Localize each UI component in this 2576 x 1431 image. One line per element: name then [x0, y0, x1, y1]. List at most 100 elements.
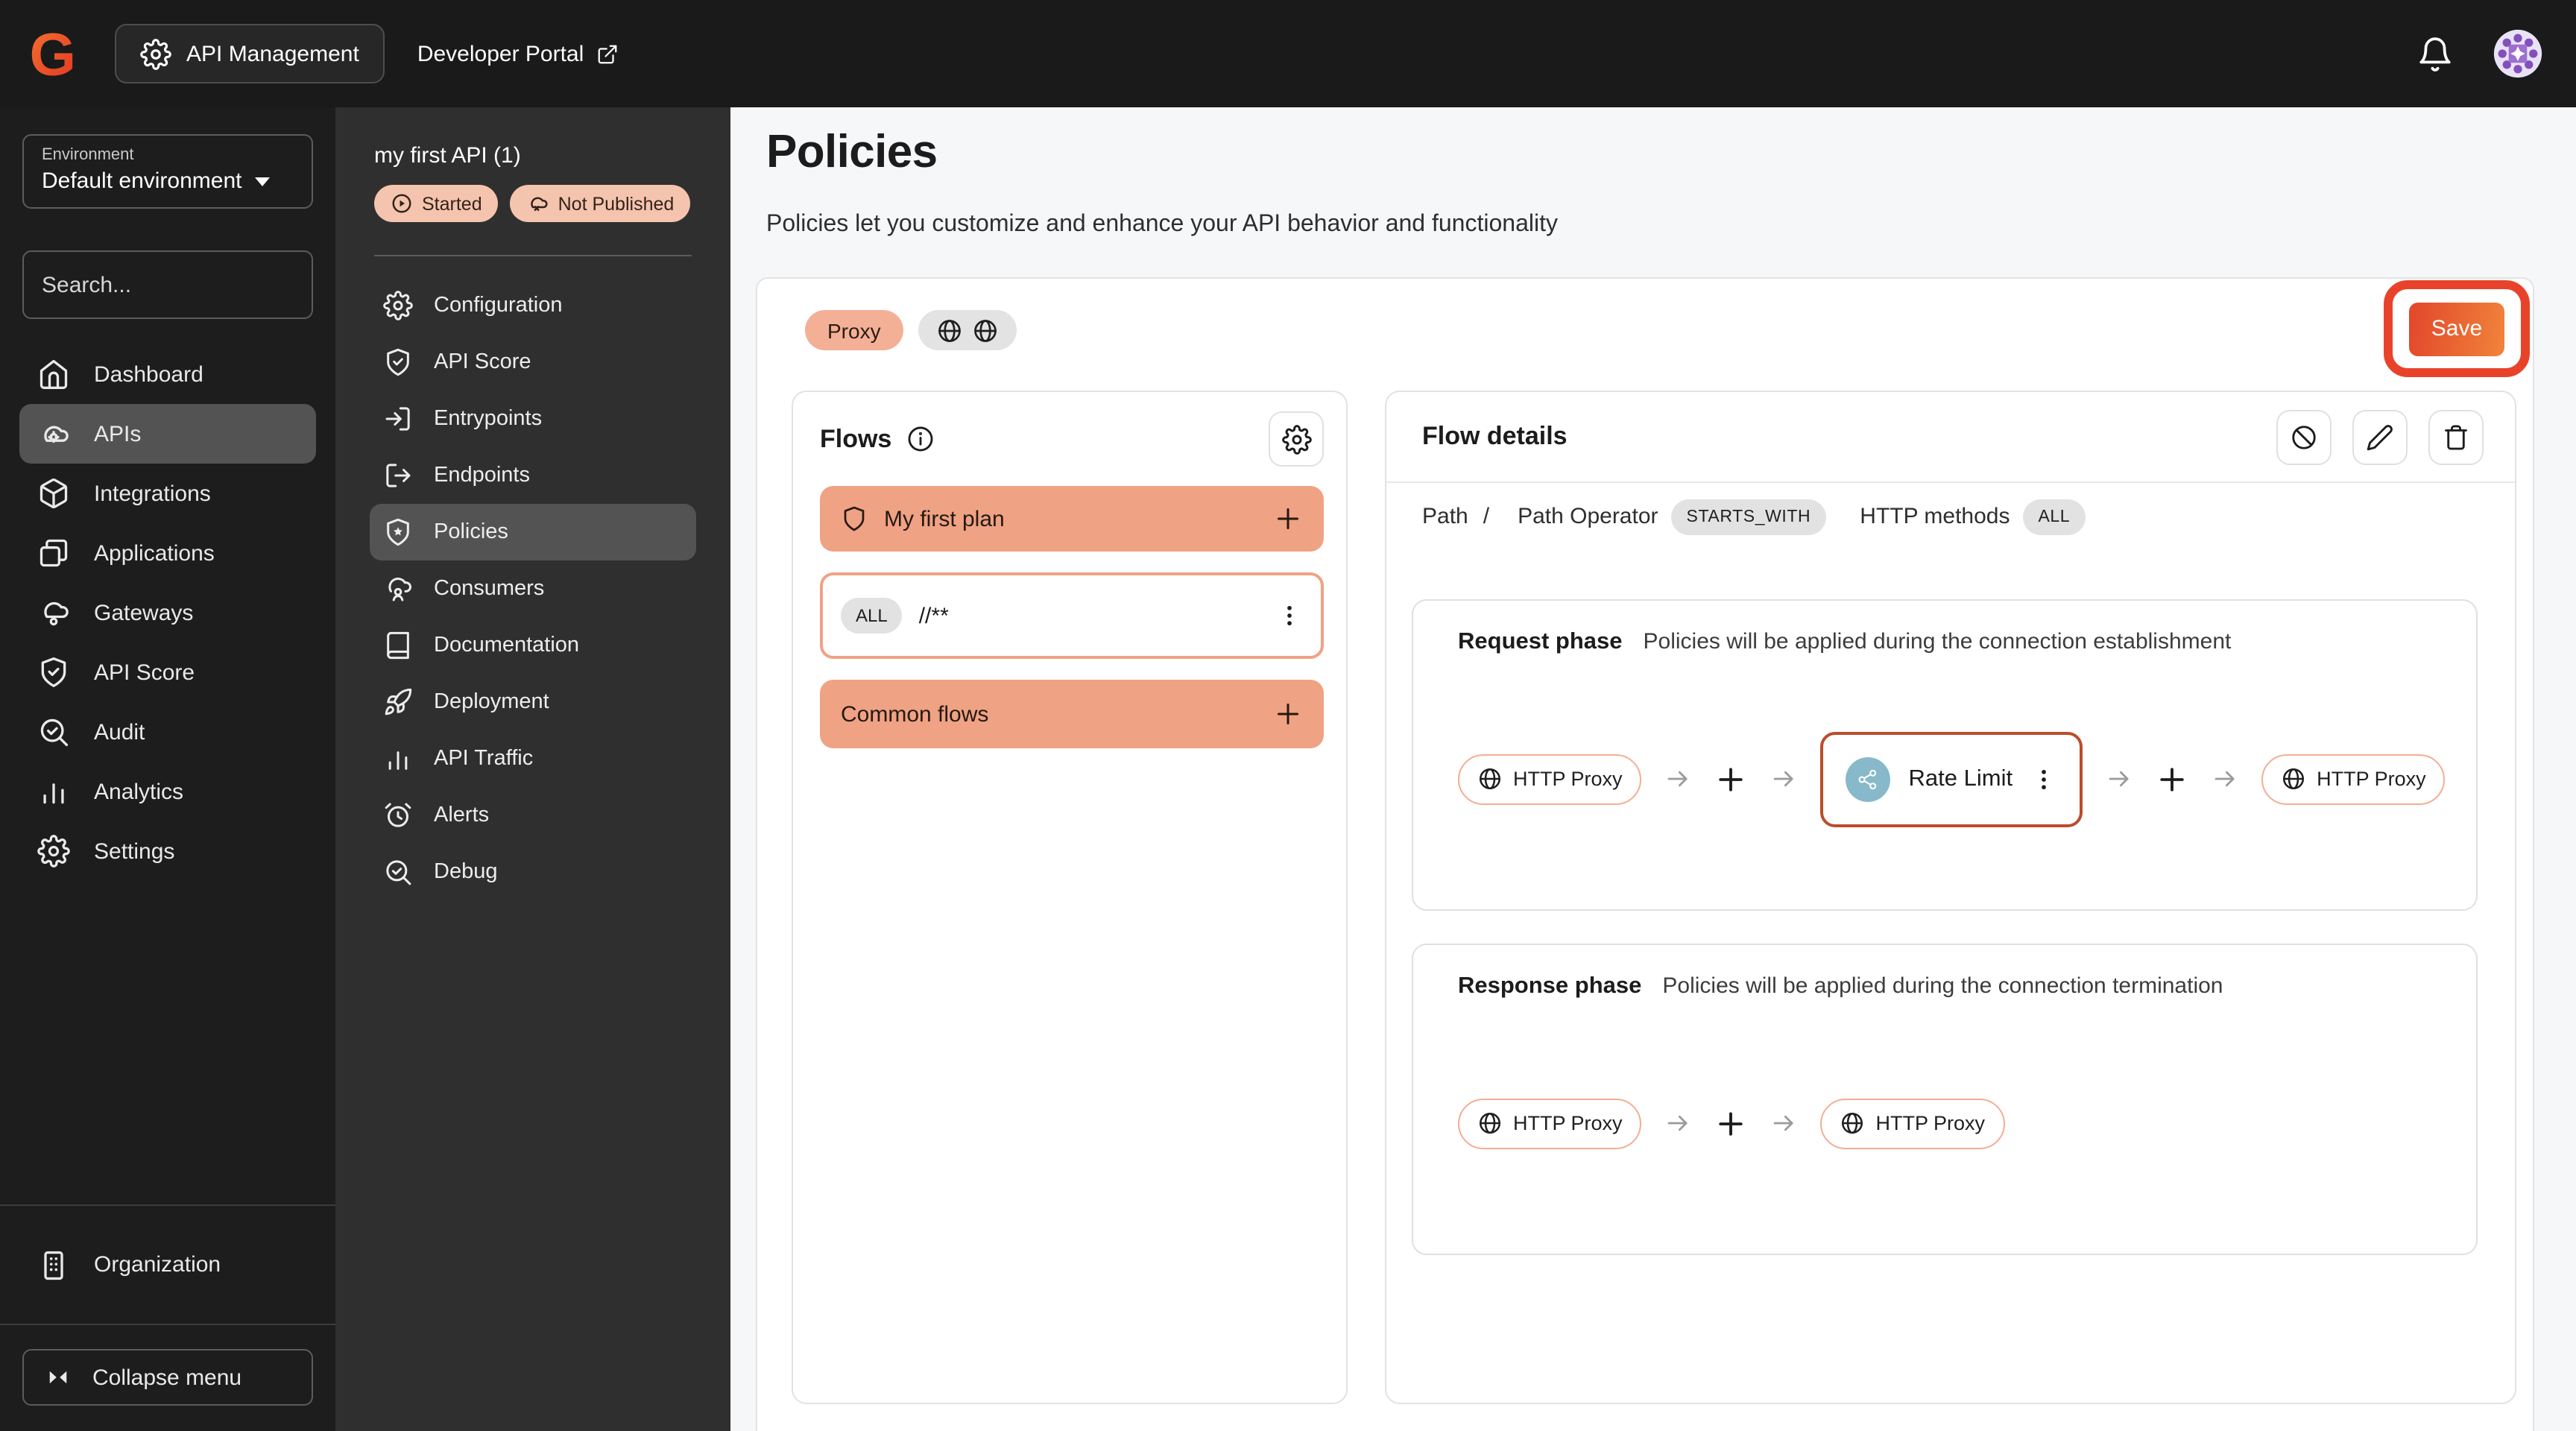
cube-icon [37, 477, 70, 510]
menu-item-label: Alerts [434, 803, 489, 827]
primary-sidebar: Environment Default environment Dashboar… [0, 107, 335, 1431]
add-flow-plus-icon[interactable] [1273, 504, 1303, 534]
flows-title: Flows [820, 424, 891, 454]
endpoint-pill-http-proxy[interactable]: HTTP Proxy [1458, 754, 1642, 804]
edit-flow-button[interactable] [2352, 409, 2408, 464]
flow-details-title: Flow details [1422, 422, 1568, 452]
search-check-icon [37, 716, 70, 748]
shield-check-icon [37, 656, 70, 689]
api-sidebar: my first API (1) Started Not Published C… [335, 107, 730, 1431]
plan-group-my-first-plan[interactable]: My first plan [820, 486, 1324, 552]
applications-icon [37, 537, 70, 569]
sidebar-item-dashboard[interactable]: Dashboard [19, 344, 316, 404]
kebab-menu-icon[interactable] [1276, 602, 1303, 629]
api-menu: Configuration API Score Entrypoints Endp… [335, 277, 730, 900]
api-menu-item-configuration[interactable]: Configuration [370, 277, 696, 334]
policy-card-rate-limit[interactable]: Rate Limit [1821, 731, 2083, 827]
gear-icon [383, 291, 413, 320]
menu-item-label: API Score [434, 350, 531, 374]
api-menu-item-api-traffic[interactable]: API Traffic [370, 730, 696, 787]
ban-icon [2290, 423, 2318, 451]
flow-condition-row: Path / Path Operator STARTS_WITH HTTP me… [1386, 483, 2515, 550]
entrypoints-chip[interactable] [918, 310, 1017, 350]
flow-list-item-selected[interactable]: ALL //** [820, 572, 1324, 659]
collapse-label: Collapse menu [92, 1365, 242, 1390]
sidebar-item-applications[interactable]: Applications [19, 523, 316, 583]
divider [0, 1324, 335, 1325]
sidebar-item-label: Analytics [94, 779, 183, 804]
api-menu-item-deployment[interactable]: Deployment [370, 674, 696, 730]
globe-icon [2281, 766, 2306, 792]
api-menu-item-consumers[interactable]: Consumers [370, 560, 696, 617]
add-policy-plus-icon[interactable] [1715, 1107, 1748, 1140]
response-phase-description: Policies will be applied during the conn… [1662, 973, 2223, 999]
notifications-bell-icon[interactable] [2416, 35, 2454, 72]
gear-icon [37, 835, 70, 868]
sidebar-item-apis[interactable]: APIs [19, 404, 316, 464]
delete-flow-button[interactable] [2428, 409, 2484, 464]
api-menu-item-api-score[interactable]: API Score [370, 334, 696, 391]
portal-label: Developer Portal [417, 41, 584, 66]
disable-flow-button[interactable] [2276, 409, 2332, 464]
product-switcher[interactable]: API Management [115, 24, 385, 83]
developer-portal-link[interactable]: Developer Portal [417, 41, 618, 66]
environment-value: Default environment [42, 168, 242, 194]
avatar-pattern-icon [2493, 28, 2543, 79]
add-policy-plus-icon[interactable] [2156, 762, 2188, 795]
studio-toolbar: Proxy [805, 310, 1017, 350]
user-avatar[interactable] [2493, 28, 2543, 79]
sidebar-item-gateways[interactable]: Gateways [19, 583, 316, 642]
entry-icon [383, 404, 413, 434]
topbar-actions [2416, 28, 2576, 79]
arrow-right-icon [1664, 765, 1693, 793]
flows-panel: Flows My first plan ALL //** [792, 391, 1348, 1404]
endpoint-label: HTTP Proxy [1513, 1112, 1623, 1134]
menu-item-label: Endpoints [434, 464, 530, 487]
collapse-menu-button[interactable]: Collapse menu [22, 1349, 313, 1406]
page-description: Policies let you customize and enhance y… [766, 212, 1558, 238]
api-menu-item-debug[interactable]: Debug [370, 844, 696, 900]
sidebar-item-organization[interactable]: Organization [0, 1206, 335, 1324]
menu-item-label: Consumers [434, 577, 544, 601]
pencil-icon [2366, 423, 2394, 451]
sidebar-item-settings[interactable]: Settings [19, 821, 316, 881]
request-phase-title: Request phase [1458, 629, 1623, 656]
common-flows-group[interactable]: Common flows [820, 680, 1324, 748]
app-window: G API Management Developer Portal [0, 0, 2576, 1431]
sidebar-item-audit[interactable]: Audit [19, 702, 316, 762]
sidebar-search[interactable] [22, 250, 313, 319]
endpoint-pill-http-proxy[interactable]: HTTP Proxy [1821, 1098, 2005, 1149]
save-button[interactable]: Save [2409, 302, 2504, 356]
proxy-chip: Proxy [805, 310, 903, 350]
cloud-gear-icon [37, 417, 70, 450]
api-menu-item-endpoints[interactable]: Endpoints [370, 447, 696, 504]
common-flows-label: Common flows [841, 701, 988, 727]
organization-label: Organization [94, 1252, 221, 1277]
status-badge-not-published: Not Published [511, 185, 691, 222]
info-icon[interactable] [906, 425, 935, 453]
endpoint-label: HTTP Proxy [1513, 768, 1623, 790]
api-menu-item-entrypoints[interactable]: Entrypoints [370, 391, 696, 447]
kebab-menu-icon[interactable] [2030, 765, 2057, 792]
sidebar-item-integrations[interactable]: Integrations [19, 464, 316, 523]
add-policy-plus-icon[interactable] [1715, 762, 1748, 795]
request-phase-card: Request phase Policies will be applied d… [1412, 599, 2478, 911]
flows-settings-button[interactable] [1269, 411, 1324, 467]
api-menu-item-documentation[interactable]: Documentation [370, 617, 696, 674]
search-input[interactable] [42, 272, 338, 297]
click-annotation-ring: Save [2384, 280, 2530, 377]
badge-label: Not Published [558, 193, 675, 214]
sidebar-item-api-score[interactable]: API Score [19, 642, 316, 702]
endpoint-pill-http-proxy[interactable]: HTTP Proxy [1458, 1098, 1642, 1149]
http-methods-chip: ALL [2023, 499, 2085, 534]
environment-select[interactable]: Environment Default environment [22, 134, 313, 209]
search-check-icon [383, 857, 413, 887]
endpoint-pill-http-proxy[interactable]: HTTP Proxy [2261, 754, 2446, 804]
api-menu-item-alerts[interactable]: Alerts [370, 787, 696, 844]
add-common-flow-plus-icon[interactable] [1273, 699, 1303, 729]
api-menu-item-policies[interactable]: Policies [370, 504, 696, 560]
sidebar-item-analytics[interactable]: Analytics [19, 762, 316, 821]
menu-item-label: Entrypoints [434, 407, 542, 431]
globe-icon [936, 317, 963, 344]
rate-limit-policy-icon [1846, 756, 1891, 801]
